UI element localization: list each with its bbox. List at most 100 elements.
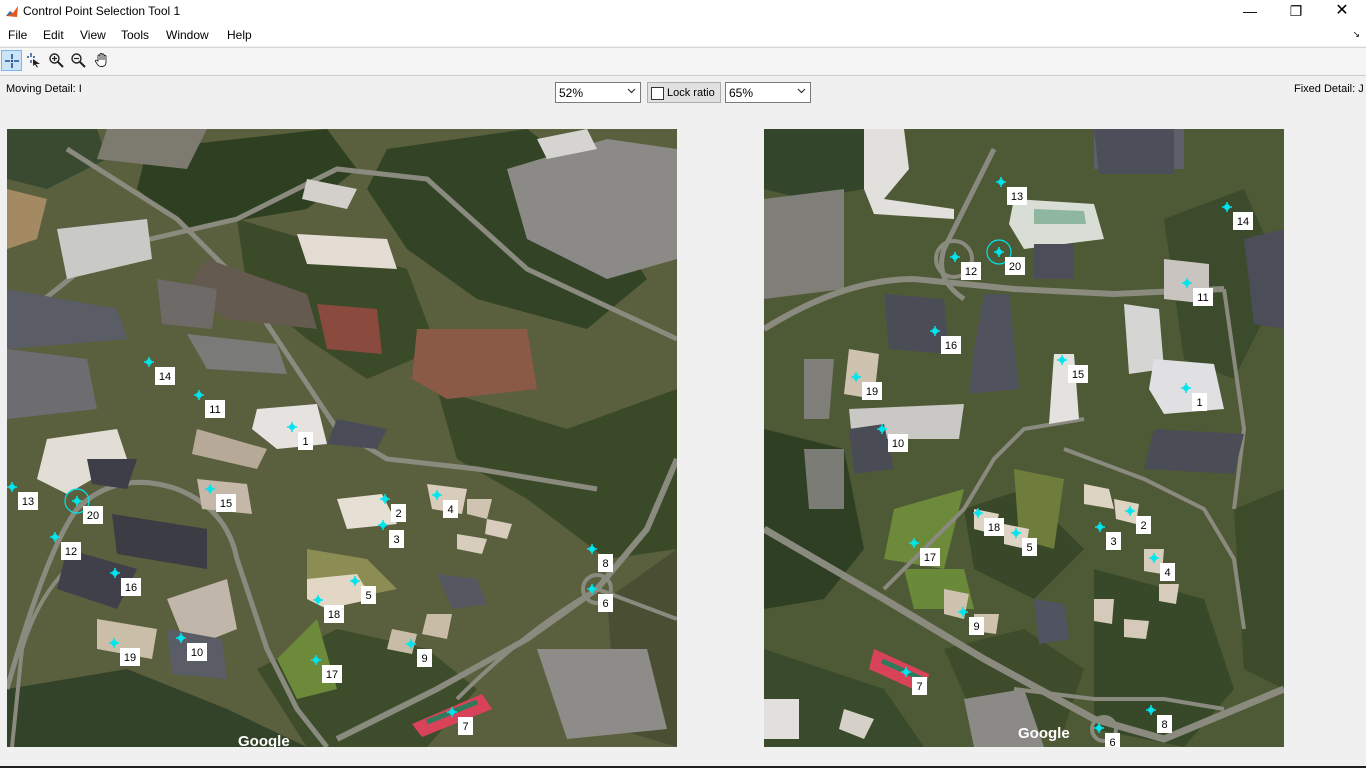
title-bar: Control Point Selection Tool 1 — ❐ ✕ [0,0,1366,24]
control-point-label: 14 [1237,216,1249,228]
control-point-dot [1059,357,1065,363]
control-point-label: 6 [602,598,608,610]
control-point-dot [1096,725,1102,731]
control-point-dot [960,609,966,615]
menu-tools[interactable]: Tools [121,28,149,42]
moving-zoom-value: 52% [559,86,584,100]
control-point-label: 19 [866,386,878,398]
add-point-icon [5,54,19,68]
control-point-label: 5 [365,590,371,602]
google-watermark: Google [1018,725,1070,742]
fixed-zoom-value: 65% [729,86,754,100]
control-point-dot [996,249,1002,255]
control-point-label: 16 [945,340,957,352]
control-point-dot [1013,530,1019,536]
menu-window[interactable]: Window [166,28,209,42]
control-point-dot [380,522,386,528]
control-point-label: 17 [924,552,936,564]
select-point-button[interactable] [24,50,45,71]
control-point-label: 3 [1110,536,1116,548]
moving-aerial-image[interactable]: Google 1234567891011121314151617181920 [7,129,677,747]
control-point-label: 12 [965,266,977,278]
control-point-dot [932,328,938,334]
control-point-label: 20 [1009,261,1021,273]
control-point-label: 11 [1197,292,1208,304]
control-point-dot [352,578,358,584]
control-point-dot [111,640,117,646]
control-point-label: 10 [892,438,904,450]
control-point-label: 2 [1140,520,1146,532]
control-point-dot [315,597,321,603]
control-point-label: 12 [65,546,77,558]
control-point-label: 4 [447,504,453,516]
control-point-dot [1148,707,1154,713]
control-point-dot [112,570,118,576]
pan-hand-icon [94,53,107,67]
control-point-label: 18 [988,522,1000,534]
control-point-label: 14 [159,371,171,383]
control-point-dot [146,359,152,365]
control-point-label: 1 [1196,397,1202,409]
menu-bar: File Edit View Tools Window Help ↘ [0,24,1366,46]
control-point-dot [1097,524,1103,530]
control-point-dot [952,254,958,260]
control-point-label: 6 [1109,737,1115,747]
menu-help[interactable]: Help [227,28,252,42]
zoom-out-icon [71,53,86,68]
control-point-label: 4 [1164,567,1170,579]
toolbar-divider [0,75,1366,76]
zoom-in-icon [49,53,64,68]
maximize-button[interactable]: ❐ [1273,0,1319,24]
control-point-label: 1 [302,436,308,448]
moving-image-panel[interactable]: Google 1 2 3 4 5 6 7 8 9 10 11 12 13 14 15 16 17 18 19 20 [7,129,677,747]
lock-ratio-box[interactable] [651,87,664,100]
control-point-label: 8 [602,558,608,570]
control-point-label: 18 [328,609,340,621]
control-point-label: 15 [220,498,232,510]
control-point-label: 13 [1011,191,1023,203]
matlab-icon [5,5,19,19]
menu-edit[interactable]: Edit [43,28,64,42]
control-point-dot [207,486,213,492]
fixed-aerial-image[interactable]: Google 1234567891011121314151617181920 [764,129,1284,747]
control-point-label: 2 [395,508,401,520]
control-point-label: 8 [1161,719,1167,731]
undock-icon[interactable]: ↘ [1352,29,1360,40]
status-area [0,748,1366,768]
chevron-down-icon [797,88,806,94]
zoom-out-button[interactable] [68,50,89,71]
control-point-dot [998,179,1004,185]
close-button[interactable]: ✕ [1319,0,1365,24]
chevron-down-icon [627,88,636,94]
control-point-label: 13 [22,496,34,508]
control-point-dot [879,426,885,432]
menu-view[interactable]: View [80,28,106,42]
add-point-button[interactable] [1,50,22,71]
moving-zoom-select[interactable]: 52% [555,82,641,103]
control-point-label: 19 [124,652,136,664]
control-point-label: 7 [916,681,922,693]
control-point-dot [382,496,388,502]
moving-detail-label: Moving Detail: I [6,83,82,95]
control-point-dot [74,498,80,504]
control-point-dot [589,546,595,552]
control-point-label: 20 [87,510,99,522]
minimize-button[interactable]: — [1227,0,1273,24]
control-point-dot [9,484,15,490]
fixed-zoom-select[interactable]: 65% [725,82,811,103]
control-point-label: 15 [1072,369,1084,381]
control-point-label: 11 [209,404,220,416]
control-point-dot [1151,555,1157,561]
control-point-label: 9 [973,621,979,633]
control-point-dot [1224,204,1230,210]
toolbar [0,48,1366,74]
control-point-label: 3 [393,534,399,546]
menu-file[interactable]: File [8,28,27,42]
lock-ratio-checkbox[interactable]: Lock ratio [647,82,721,103]
pan-button[interactable] [92,50,113,71]
control-point-label: 5 [1026,542,1032,554]
fixed-image-panel[interactable]: Google 1 2 3 4 5 6 7 8 9 10 11 12 13 14 15 16 17 18 19 20 [764,129,1284,747]
fixed-detail-label: Fixed Detail: J [1294,83,1364,95]
zoom-in-button[interactable] [46,50,67,71]
lock-ratio-label: Lock ratio [667,87,715,99]
